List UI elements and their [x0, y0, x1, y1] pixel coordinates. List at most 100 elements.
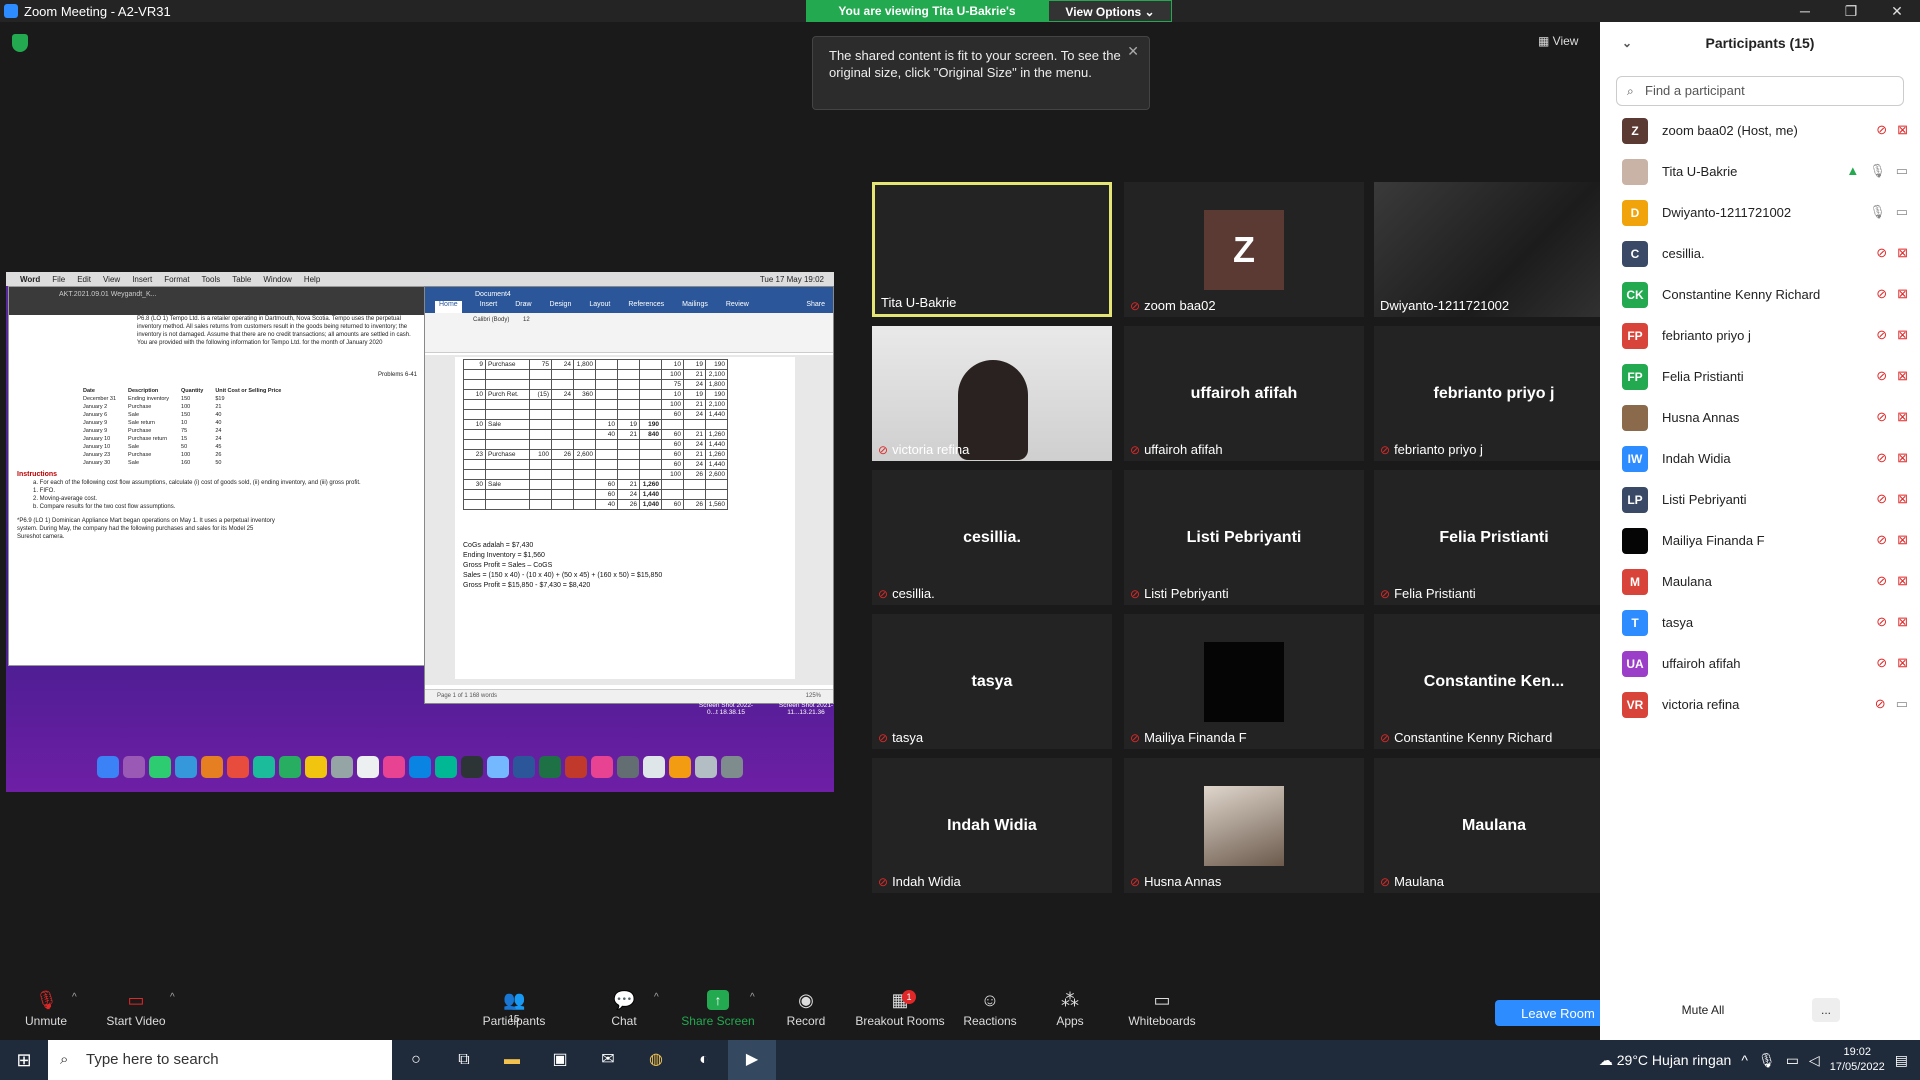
word-table-cell	[463, 379, 486, 390]
record-button[interactable]: ◉ Record	[766, 990, 846, 1028]
audio-options-caret-icon[interactable]: ^	[72, 992, 77, 1003]
start-video-button[interactable]: ▭ Start Video	[96, 990, 176, 1028]
video-tile[interactable]: uffairoh afifah ⊘ uffairoh afifah	[1124, 326, 1364, 461]
video-tile[interactable]: ⊘ Mailiya Finanda F	[1124, 614, 1364, 749]
mic-muted-icon[interactable]: ⊘	[1876, 286, 1887, 302]
video-tile[interactable]: ⊘ victoria refina	[872, 326, 1112, 461]
find-participant-input[interactable]: ⌕ Find a participant	[1616, 76, 1904, 106]
mic-muted-icon[interactable]: ⊘	[1876, 450, 1887, 466]
participant-name: Felia Pristianti	[1662, 369, 1744, 384]
participant-row[interactable]: Mailiya Finanda F ⊘ ⊠	[1600, 520, 1920, 561]
reactions-button[interactable]: ☺ Reactions	[950, 990, 1030, 1028]
task-view-icon[interactable]: ⧉	[440, 1040, 488, 1080]
mute-all-button[interactable]: Mute All	[1668, 998, 1738, 1022]
view-options-button[interactable]: View Options ⌄	[1048, 0, 1172, 22]
collapse-chevron-icon[interactable]: ⌄	[1622, 22, 1632, 64]
whiteboards-button[interactable]: ▭ Whiteboards	[1118, 990, 1206, 1028]
taskbar-clock[interactable]: 19:02 17/05/2022	[1830, 1045, 1885, 1075]
network-icon[interactable]: ▭	[1786, 1052, 1799, 1069]
mic-muted-icon[interactable]: ⊘	[1876, 327, 1887, 343]
mic-icon[interactable]: 🎙	[1869, 163, 1886, 179]
video-tile[interactable]: Z ⊘ zoom baa02	[1124, 182, 1364, 317]
video-options-caret-icon[interactable]: ^	[170, 992, 175, 1003]
participant-row[interactable]: FP Felia Pristianti ⊘ ⊠	[1600, 356, 1920, 397]
video-tile[interactable]: Constantine Ken... ⊘ Constantine Kenny Ric…	[1374, 614, 1614, 749]
avatar: LP	[1622, 486, 1648, 513]
mic-muted-icon[interactable]: ⊘	[1876, 122, 1887, 138]
mail-icon[interactable]: ✉	[584, 1040, 632, 1080]
share-screen-button[interactable]: ↑ Share Screen	[678, 990, 758, 1028]
video-tile[interactable]: febrianto priyo j ⊘ febrianto priyo j	[1374, 326, 1614, 461]
mic-muted-icon[interactable]: ⊘	[1876, 491, 1887, 507]
taskbar-search-input[interactable]: ⌕ Type here to search	[48, 1040, 392, 1080]
participant-row[interactable]: IW Indah Widia ⊘ ⊠	[1600, 438, 1920, 479]
video-tile[interactable]: Maulana ⊘ Maulana	[1374, 758, 1614, 893]
more-options-button[interactable]: ...	[1812, 998, 1840, 1022]
video-tile[interactable]: cesillia. ⊘ cesillia.	[872, 470, 1112, 605]
chat-button[interactable]: 💬 Chat	[584, 990, 664, 1028]
windows-start-icon[interactable]: ⊞	[0, 1040, 48, 1080]
close-button[interactable]: ✕	[1874, 0, 1920, 22]
video-off-icon: ⊠	[1897, 491, 1908, 506]
word-table-cell: 40	[595, 429, 618, 440]
video-tile[interactable]: Listi Pebriyanti ⊘ Listi Pebriyanti	[1124, 470, 1364, 605]
participant-row[interactable]: Tita U-Bakrie ▲ 🎙 ▭	[1600, 151, 1920, 192]
mic-icon[interactable]: 🎙	[1869, 204, 1886, 220]
pdf-instruction-line: 1. FIFO.	[33, 488, 56, 494]
breakout-rooms-button[interactable]: ▦ 1 Breakout Rooms	[850, 990, 950, 1028]
video-tile[interactable]: tasya ⊘ tasya	[872, 614, 1112, 749]
participant-row[interactable]: Ccesillia. ⊘ ⊠	[1600, 233, 1920, 274]
mic-muted-icon[interactable]: ⊘	[1876, 655, 1887, 671]
participant-row[interactable]: UA uffairoh afifah ⊘ ⊠	[1600, 643, 1920, 684]
mic-muted-icon[interactable]: ⊘	[1876, 409, 1887, 425]
mic-muted-icon[interactable]: ⊘	[1876, 614, 1887, 630]
tray-chevron-icon[interactable]: ^	[1741, 1052, 1748, 1068]
pdf-table-cell: January 9	[83, 428, 108, 434]
participant-row[interactable]: CK Constantine Kenny Richard ⊘ ⊠	[1600, 274, 1920, 315]
shared-screen[interactable]: Word File Edit View Insert Format Tools Table Wi…	[6, 272, 834, 792]
file-explorer-icon[interactable]: ▬	[488, 1040, 536, 1080]
apps-button[interactable]: ⁂ Apps	[1030, 990, 1110, 1028]
participant-row[interactable]: VR victoria refina ⊘ ▭	[1600, 684, 1920, 725]
participant-row[interactable]: Husna Annas ⊘ ⊠	[1600, 397, 1920, 438]
participant-row[interactable]: D Dwiyanto-1211721002 🎙 ▭	[1600, 192, 1920, 233]
cortana-icon[interactable]: ○	[392, 1040, 440, 1080]
mic-muted-icon[interactable]: ⊘	[1876, 368, 1887, 384]
participant-row[interactable]: Ttasya ⊘ ⊠	[1600, 602, 1920, 643]
mic-muted-icon[interactable]: ⊘	[1876, 532, 1887, 548]
share-options-caret-icon[interactable]: ^	[750, 992, 755, 1003]
toast-close-icon[interactable]: ✕	[1127, 43, 1139, 60]
encryption-shield-icon[interactable]	[12, 34, 28, 52]
participants-button[interactable]: 👥15 Participants	[474, 990, 554, 1028]
avatar: M	[1622, 568, 1648, 595]
participant-row[interactable]: FP febrianto priyo j ⊘ ⊠	[1600, 315, 1920, 356]
word-table-cell: 19	[683, 389, 706, 400]
video-tile[interactable]: ⊘ Husna Annas	[1124, 758, 1364, 893]
store-icon[interactable]: ▣	[536, 1040, 584, 1080]
video-tile[interactable]: Indah Widia ⊘ Indah Widia	[872, 758, 1112, 893]
participant-row[interactable]: LP Listi Pebriyanti ⊘ ⊠	[1600, 479, 1920, 520]
weather-widget[interactable]: ☁ 29°C Hujan ringan	[1599, 1052, 1731, 1069]
mic-tray-icon[interactable]: 🎙	[1758, 1052, 1776, 1069]
mic-muted-icon: ⊘	[878, 586, 889, 601]
mic-muted-icon[interactable]: ⊘	[1876, 573, 1887, 589]
word-table-cell	[485, 429, 530, 440]
participant-row[interactable]: Zzoom baa02 (Host, me) ⊘ ⊠	[1600, 110, 1920, 151]
mic-muted-icon[interactable]: ⊘	[1876, 245, 1887, 261]
video-tile[interactable]: Dwiyanto-1211721002	[1374, 182, 1614, 317]
minimize-button[interactable]: ─	[1782, 0, 1828, 22]
mac-menu-item: Help	[303, 274, 321, 284]
video-tile[interactable]: Felia Pristianti ⊘ Felia Pristianti	[1374, 470, 1614, 605]
avatar	[1204, 786, 1284, 866]
chrome-icon[interactable]: ◍	[632, 1040, 680, 1080]
zoom-taskbar-icon[interactable]: ▶	[728, 1040, 776, 1080]
video-tile[interactable]: Tita U-Bakrie	[872, 182, 1112, 317]
view-layout-button[interactable]: ▦ View	[1538, 34, 1578, 48]
meet-icon[interactable]: ◐	[680, 1040, 728, 1080]
volume-icon[interactable]: ◁	[1809, 1052, 1820, 1069]
mic-muted-icon[interactable]: ⊘	[1875, 696, 1886, 712]
chat-options-caret-icon[interactable]: ^	[654, 992, 659, 1003]
notification-icon[interactable]: ▤	[1895, 1052, 1908, 1069]
maximize-button[interactable]: ❐	[1828, 0, 1874, 22]
participant-row[interactable]: M Maulana ⊘ ⊠	[1600, 561, 1920, 602]
